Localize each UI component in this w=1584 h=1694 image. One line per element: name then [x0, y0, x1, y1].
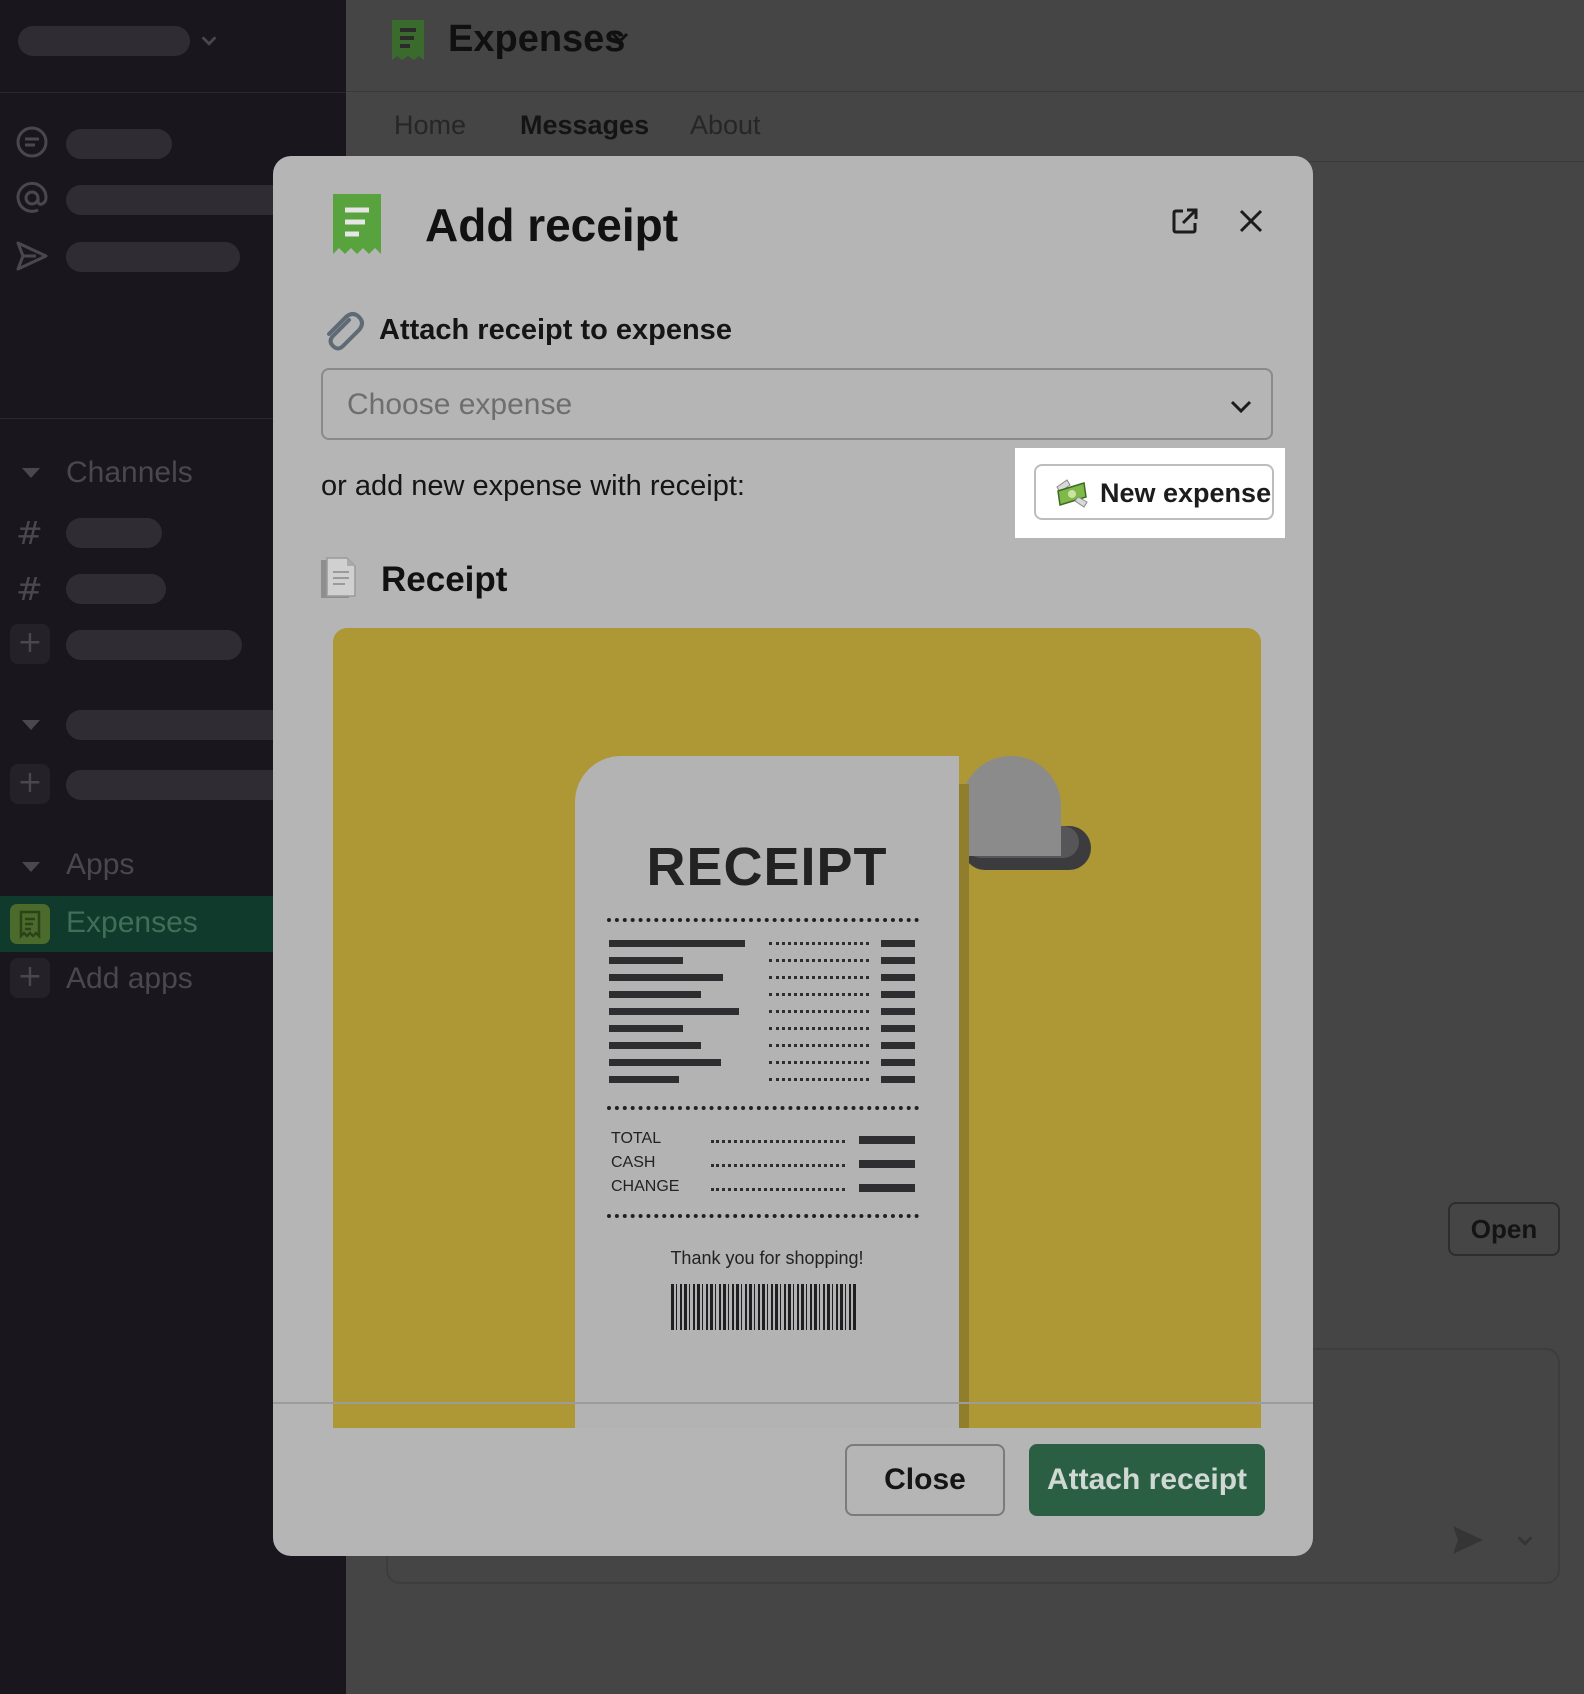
sidebar-item-expenses-label: Expenses	[66, 906, 198, 939]
paper-roll	[961, 756, 1061, 856]
workspace-name-placeholder[interactable]	[18, 26, 190, 56]
channel-name-placeholder[interactable]	[66, 518, 162, 548]
channel-tabs: Home Messages About	[346, 92, 1584, 162]
drafts-sent-icon[interactable]	[14, 238, 50, 274]
threads-icon[interactable]	[14, 124, 50, 160]
close-modal-button[interactable]	[1225, 196, 1277, 248]
attach-receipt-label: Attach receipt to expense	[379, 314, 732, 346]
tab-messages[interactable]: Messages	[520, 110, 649, 141]
modal-title: Add receipt	[425, 199, 679, 251]
paperclip-icon	[319, 306, 365, 362]
cash-dots	[711, 1164, 845, 1167]
choose-expense-placeholder: Choose expense	[347, 388, 573, 421]
sidebar-section-apps[interactable]: Apps	[66, 848, 134, 882]
total-dots	[711, 1140, 845, 1143]
total-amount-bar	[859, 1136, 915, 1144]
apps-caret-icon[interactable]	[22, 862, 40, 872]
tab-about[interactable]: About	[690, 110, 761, 141]
sidebar-divider	[0, 92, 346, 93]
receipt-change-label: CHANGE	[611, 1178, 680, 1195]
sidebar-item-add-apps[interactable]: Add apps	[66, 962, 193, 996]
add-receipt-modal: Add receipt Attach receipt to expense Ch…	[273, 156, 1313, 1556]
channel-title[interactable]: Expenses	[448, 18, 625, 61]
receipt-item-lines	[609, 940, 925, 1090]
new-expense-button[interactable]: New expense	[1034, 464, 1274, 520]
receipt-app-icon	[390, 18, 426, 67]
receipt-thanks-text: Thank you for shopping!	[670, 1248, 864, 1268]
change-dots	[711, 1188, 845, 1191]
section-caret-icon[interactable]	[22, 720, 40, 730]
external-link-icon	[1172, 208, 1198, 233]
or-add-new-expense-label: or add new expense with receipt:	[321, 470, 745, 502]
roll-shadow	[959, 784, 969, 1428]
channel-name-placeholder[interactable]	[66, 574, 166, 604]
tab-home[interactable]: Home	[394, 110, 466, 141]
new-expense-label: New expense	[1100, 478, 1272, 508]
modal-footer-divider	[273, 1402, 1313, 1404]
channel-hash-icon: #	[16, 570, 43, 608]
add-channels-placeholder[interactable]	[66, 630, 242, 660]
popout-button[interactable]	[1159, 196, 1211, 248]
close-icon	[1239, 209, 1263, 232]
channels-caret-icon[interactable]	[22, 468, 40, 478]
chevron-down-icon	[1230, 400, 1252, 414]
sidebar-section-channels[interactable]: Channels	[66, 456, 193, 490]
workspace-chevron-icon[interactable]	[198, 30, 220, 52]
money-with-wings-icon	[1054, 477, 1088, 516]
receipt-heading: Receipt	[381, 560, 508, 599]
receipt-illustration-heading: RECEIPT	[646, 837, 888, 897]
drafts-label-placeholder[interactable]	[66, 242, 240, 272]
barcode	[671, 1284, 857, 1330]
change-amount-bar	[859, 1184, 915, 1192]
receipt-app-icon	[10, 904, 50, 944]
receipt-image[interactable]: RECEIPT TOTAL CASH CHANGE Thank you for …	[333, 628, 1261, 1428]
choose-expense-select[interactable]: Choose expense	[321, 368, 1273, 440]
receipt-cash-label: CASH	[611, 1154, 656, 1171]
channel-header: Expenses	[346, 0, 1584, 92]
document-icon	[319, 556, 361, 600]
dotted-separator	[607, 918, 919, 922]
dotted-separator	[607, 1106, 919, 1110]
open-button[interactable]: Open	[1448, 1202, 1560, 1256]
add-plus-icon[interactable]: +	[10, 764, 50, 804]
receipt-paper: RECEIPT TOTAL CASH CHANGE Thank you for …	[575, 756, 959, 1428]
cash-amount-bar	[859, 1160, 915, 1168]
add-channel-plus-icon[interactable]: +	[10, 624, 50, 664]
send-options-chevron-icon[interactable]	[1514, 1530, 1536, 1552]
receipt-total-label: TOTAL	[611, 1130, 662, 1147]
close-button[interactable]: Close	[845, 1444, 1005, 1516]
dotted-separator	[607, 1214, 919, 1218]
send-icon[interactable]	[1450, 1522, 1486, 1558]
channel-hash-icon: #	[16, 514, 43, 552]
chevron-down-icon[interactable]	[608, 26, 632, 50]
add-apps-plus-icon[interactable]: +	[10, 958, 50, 998]
threads-label-placeholder[interactable]	[66, 129, 172, 159]
attach-receipt-button[interactable]: Attach receipt	[1029, 1444, 1265, 1516]
receipt-app-icon	[331, 192, 383, 263]
mentions-icon[interactable]	[14, 180, 50, 216]
